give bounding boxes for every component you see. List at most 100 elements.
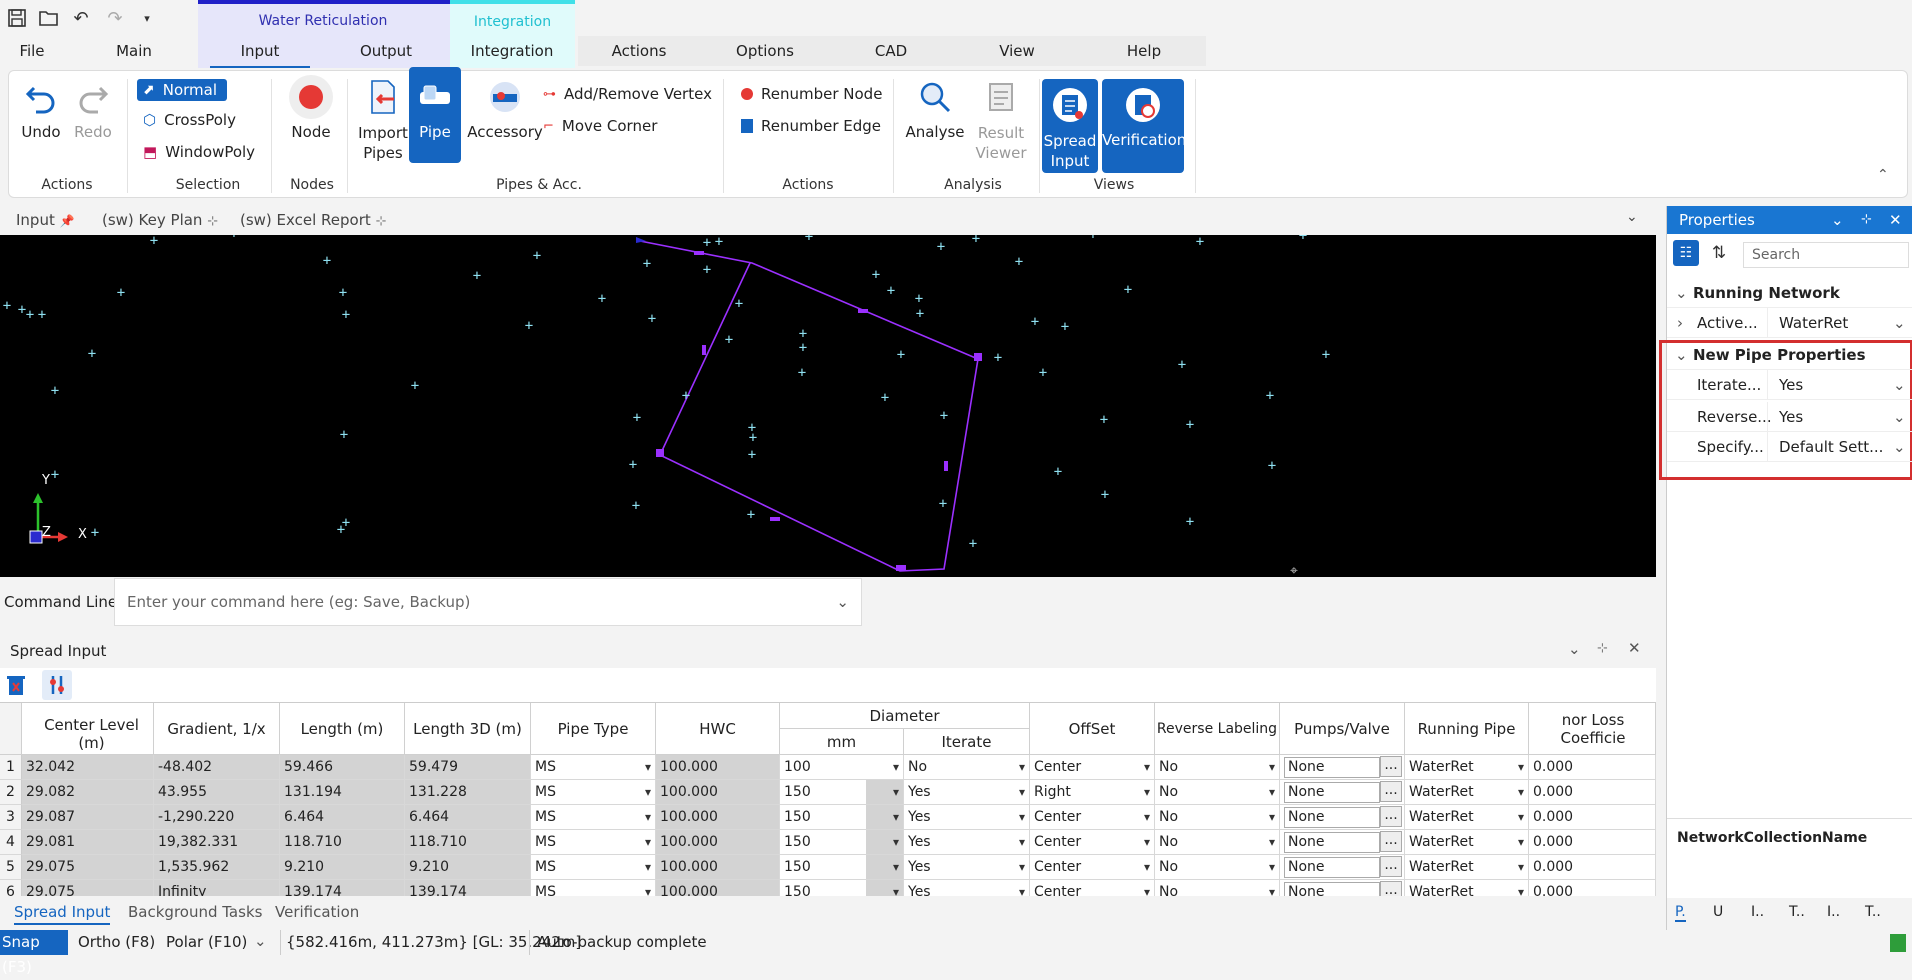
node-marker[interactable]: + (700, 263, 714, 277)
cell-pumps-valve[interactable]: None... (1280, 855, 1405, 880)
node-marker[interactable]: + (530, 249, 544, 263)
row-number[interactable]: 2 (0, 780, 22, 805)
node-marker[interactable]: + (878, 391, 892, 405)
cell-rev[interactable]: No (1155, 755, 1280, 780)
node-marker[interactable]: + (339, 308, 353, 322)
cell-mm[interactable]: 150 (780, 880, 904, 896)
node-marker[interactable]: + (934, 240, 948, 254)
section-new-pipe-properties[interactable]: ⌄ New Pipe Properties (1667, 340, 1912, 370)
cell-rev[interactable]: No (1155, 855, 1280, 880)
cell-mm[interactable]: 150 (780, 780, 904, 805)
tab-input[interactable]: Input (210, 36, 310, 68)
ellipsis-button[interactable]: ... (1380, 756, 1402, 777)
node-marker[interactable]: + (337, 428, 351, 442)
column-settings-icon[interactable] (42, 670, 72, 700)
node-marker[interactable]: + (744, 508, 758, 522)
pump-valve-field[interactable]: None (1284, 832, 1380, 853)
chevron-down-icon[interactable]: ⌄ (836, 579, 849, 625)
cell-pumps-valve[interactable]: None... (1280, 880, 1405, 896)
node-marker[interactable]: + (1296, 235, 1310, 243)
close-icon[interactable]: ✕ (1628, 639, 1641, 657)
undo-button[interactable]: Undo (15, 75, 67, 155)
result-viewer-button[interactable]: Result Viewer (969, 75, 1033, 165)
node-marker[interactable]: + (470, 269, 484, 283)
add-remove-vertex-button[interactable]: ⊶ Add/Remove Vertex (543, 85, 712, 103)
cell-rev[interactable]: No (1155, 805, 1280, 830)
dropdown-icon[interactable]: ⌄ (1568, 640, 1581, 658)
ellipsis-button[interactable]: ... (1380, 856, 1402, 877)
cell-iter[interactable]: Yes (904, 780, 1030, 805)
col-minor-loss[interactable]: nor Loss Coefficie (1529, 703, 1656, 755)
node-marker[interactable]: + (869, 268, 883, 282)
open-folder-icon[interactable] (38, 8, 60, 30)
col-length[interactable]: Length (m) (280, 703, 405, 755)
property-value[interactable]: Yes (1779, 370, 1803, 400)
node-marker[interactable]: + (802, 235, 816, 244)
node-marker[interactable]: + (1175, 358, 1189, 372)
cell-mm[interactable]: 150 (780, 855, 904, 880)
command-line-input[interactable]: Enter your command here (eg: Save, Backu… (114, 578, 862, 626)
save-icon[interactable] (6, 8, 28, 30)
cell-iter[interactable]: No (904, 755, 1030, 780)
cell-run[interactable]: WaterRet (1405, 855, 1529, 880)
accessory-button[interactable]: Accessory (465, 75, 545, 155)
prop-tab-4[interactable]: T.. (1789, 904, 1805, 920)
col-iterate[interactable]: Iterate (904, 729, 1030, 755)
cell-type[interactable]: MS (531, 830, 656, 855)
chevron-down-icon[interactable]: ⌄ (1893, 432, 1906, 462)
node-marker[interactable]: + (1058, 320, 1072, 334)
node-marker[interactable]: + (969, 235, 983, 246)
property-row-iterate[interactable]: Iterate... Yes ⌄ (1667, 370, 1912, 400)
node-marker[interactable]: + (1193, 235, 1207, 249)
tab-verification[interactable]: Verification (275, 903, 359, 921)
analyse-button[interactable]: Analyse (903, 75, 967, 155)
node-marker[interactable]: + (712, 235, 726, 249)
cell-iter[interactable]: Yes (904, 830, 1030, 855)
pump-valve-field[interactable]: None (1284, 882, 1380, 896)
node-marker[interactable]: + (336, 286, 350, 300)
snap-toggle[interactable]: Snap (F3) (0, 930, 68, 976)
tab-main[interactable]: Main (84, 36, 184, 68)
cell-off[interactable]: Center (1030, 880, 1155, 896)
prop-tab-2[interactable]: U (1713, 904, 1723, 920)
doctab-key-plan[interactable]: (sw) Key Plan ⊹ (102, 211, 218, 229)
redo-icon[interactable]: ↷ (104, 8, 126, 30)
node-marker[interactable]: + (884, 284, 898, 298)
ortho-toggle[interactable]: Ortho (F8) (78, 933, 155, 951)
cell-off[interactable]: Right (1030, 780, 1155, 805)
renumber-edge-button[interactable]: Renumber Edge (741, 117, 881, 135)
redo-button[interactable]: Redo (67, 75, 119, 155)
prop-tab-1[interactable]: P. (1675, 904, 1686, 922)
cell-mm[interactable]: 150 (780, 830, 904, 855)
node-marker[interactable]: + (1028, 315, 1042, 329)
chevron-down-icon[interactable]: ⌄ (1893, 370, 1906, 400)
col-gradient[interactable]: Gradient, 1/x (154, 703, 280, 755)
dropdown-icon[interactable]: ⌄ (1831, 206, 1844, 234)
node-marker[interactable]: + (147, 235, 161, 248)
renumber-node-button[interactable]: Renumber Node (741, 85, 882, 103)
node-marker[interactable]: + (1086, 235, 1100, 242)
cell-pumps-valve[interactable]: None... (1280, 830, 1405, 855)
cell-run[interactable]: WaterRet (1405, 880, 1529, 896)
node-marker[interactable]: + (796, 341, 810, 355)
cell-rev[interactable]: No (1155, 780, 1280, 805)
node-marker[interactable]: + (894, 348, 908, 362)
pin-icon[interactable]: ⊹ (207, 214, 218, 229)
node-marker[interactable]: + (1051, 465, 1065, 479)
node-marker[interactable]: + (334, 523, 348, 537)
node-marker[interactable]: + (227, 235, 241, 241)
ellipsis-button[interactable]: ... (1380, 781, 1402, 802)
properties-search-input[interactable]: Search (1743, 242, 1909, 268)
cell-run[interactable]: WaterRet (1405, 780, 1529, 805)
ellipsis-button[interactable]: ... (1380, 831, 1402, 852)
ellipsis-button[interactable]: ... (1380, 881, 1402, 896)
node-marker[interactable]: + (595, 292, 609, 306)
tab-spread-input[interactable]: Spread Input (14, 903, 111, 925)
node-button[interactable]: Node (281, 75, 341, 155)
normal-select-button[interactable]: ⬈ Normal (137, 79, 228, 101)
col-diameter[interactable]: Diameter (780, 703, 1030, 729)
move-corner-button[interactable]: ⌐ Move Corner (543, 117, 657, 135)
pin-icon[interactable]: 📌 (60, 214, 75, 228)
node-marker[interactable]: + (732, 297, 746, 311)
cell-type[interactable]: MS (531, 755, 656, 780)
